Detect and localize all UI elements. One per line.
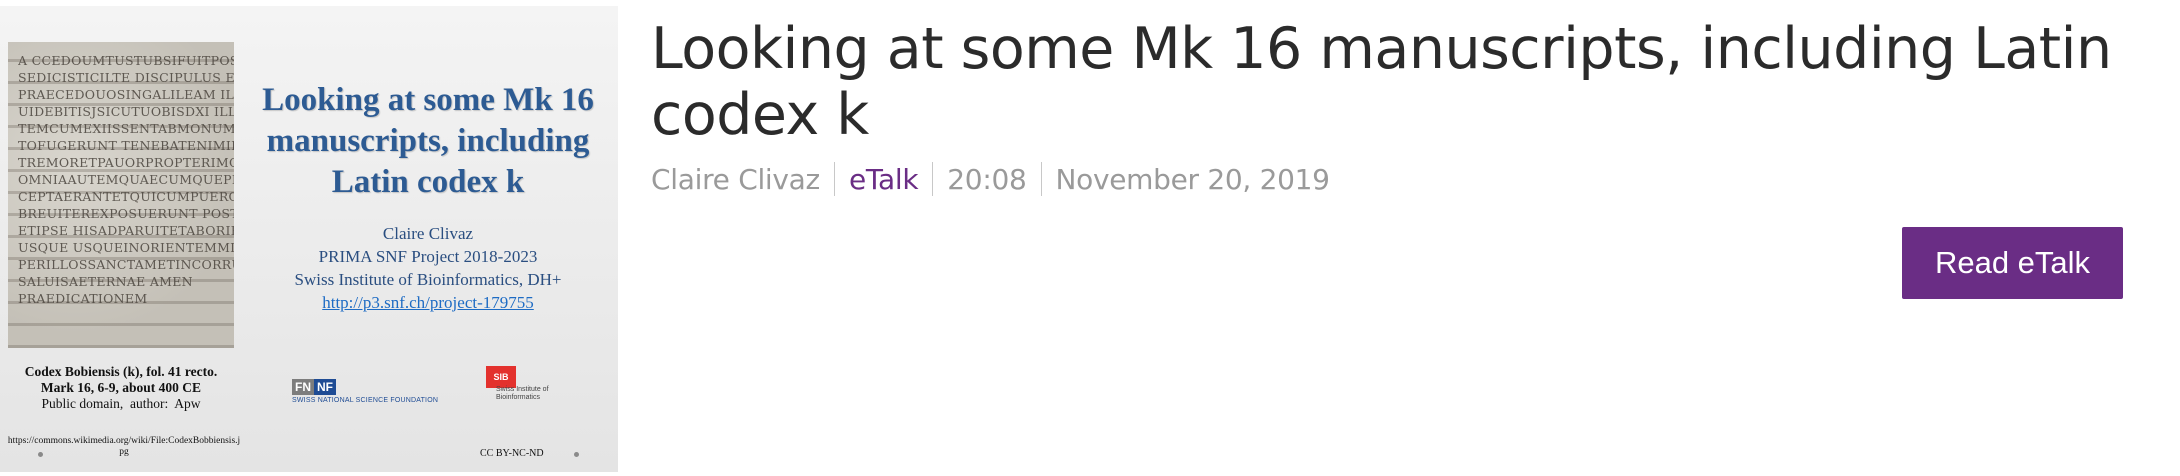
caption-line-1: Codex Bobiensis (k), fol. 41 recto. <box>24 364 218 379</box>
read-etalk-button[interactable]: Read eTalk <box>1902 227 2123 299</box>
etalk-duration: 20:08 <box>947 162 1027 196</box>
sib-logo-text-line-1: Swiss Institute of <box>496 386 549 393</box>
license-label: CC BY-NC-ND <box>480 448 544 459</box>
etalk-type[interactable]: eTalk <box>849 163 919 196</box>
manuscript-image: A ccedoumtustubsifuitpositus sedicisticil… <box>8 42 234 348</box>
manuscript-line: sedicisticilte discipulus et petro <box>18 70 234 85</box>
sib-logo: SIB Swiss Institute of Bioinformatics <box>486 366 576 410</box>
manuscript-text: A ccedoumtustubsifuitpositus sedicisticil… <box>8 42 234 307</box>
etalk-thumbnail[interactable]: A ccedoumtustubsifuitpositus sedicisticil… <box>0 6 618 472</box>
snf-logo-fn: FN <box>292 379 314 395</box>
etalk-date: November 20, 2019 <box>1055 162 1330 196</box>
manuscript-line: uidebitisjsicutuobisdxi illaeau <box>18 104 234 119</box>
etalk-title[interactable]: Looking at some Mk 16 manuscripts, inclu… <box>651 16 2131 148</box>
snf-logo: FN NF SWISS NATIONAL SCIENCE FOUNDATION <box>292 376 472 406</box>
manuscript-line: breuiterexposuerunt posthaec <box>18 206 234 221</box>
slide-dot-left <box>38 452 43 457</box>
slide-institute: Swiss Institute of Bioinformatics, DH+ <box>294 270 562 289</box>
meta-divider <box>1040 162 1042 196</box>
etalk-meta: Claire Clivaz eTalk 20:08 November 20, 2… <box>651 162 1330 196</box>
sib-logo-text: Swiss Institute of Bioinformatics <box>496 386 576 402</box>
snf-logo-nf: NF <box>314 379 336 395</box>
slide-dot-right <box>574 452 579 457</box>
manuscript-line: saluisaeternae amen <box>18 274 193 289</box>
caption-line-3: Public domain, author: Apw <box>41 396 201 411</box>
manuscript-caption: Codex Bobiensis (k), fol. 41 recto. Mark… <box>4 364 238 412</box>
slide-info: Claire Clivaz PRIMA SNF Project 2018-202… <box>256 222 600 314</box>
slide-author: Claire Clivaz <box>382 224 474 243</box>
snf-logo-text: SWISS NATIONAL SCIENCE FOUNDATION <box>292 397 439 404</box>
manuscript-line: usque usqueinorientemmisit <box>18 240 234 255</box>
manuscript-line: praedicationem <box>18 291 148 306</box>
slide-project-link: http://p3.snf.ch/project-179755 <box>322 293 534 312</box>
manuscript-line: tofugerunt tenebatenimillas <box>18 138 234 153</box>
slide-project: PRIMA SNF Project 2018-2023 <box>318 247 538 266</box>
manuscript-line: ceptaerantetquicumpueroerant <box>18 189 234 204</box>
manuscript-line: perillossanctametincorruptam <box>18 257 234 272</box>
manuscript-line: praecedouosingalileam illicme <box>18 87 234 102</box>
meta-divider <box>932 162 934 196</box>
caption-line-2: Mark 16, 6-9, about 400 CE <box>40 380 202 395</box>
manuscript-line: tremoretpauorpropterimore <box>18 155 234 170</box>
sib-logo-text-line-2: Bioinformatics <box>496 394 540 401</box>
etalk-author[interactable]: Claire Clivaz <box>651 163 820 196</box>
slide-title: Looking at some Mk 16 manuscripts, inclu… <box>262 82 594 200</box>
meta-divider <box>833 162 835 196</box>
manuscript-line: omniaautemquaecumqueprae <box>18 172 234 187</box>
manuscript-line: temcumexiissentabmonumie <box>18 121 234 136</box>
manuscript-line: A ccedoumtustubsifuitpositus <box>18 53 234 68</box>
manuscript-line: etipse hisadparuitetaboriente <box>18 223 234 238</box>
sib-logo-mark: SIB <box>486 366 516 388</box>
